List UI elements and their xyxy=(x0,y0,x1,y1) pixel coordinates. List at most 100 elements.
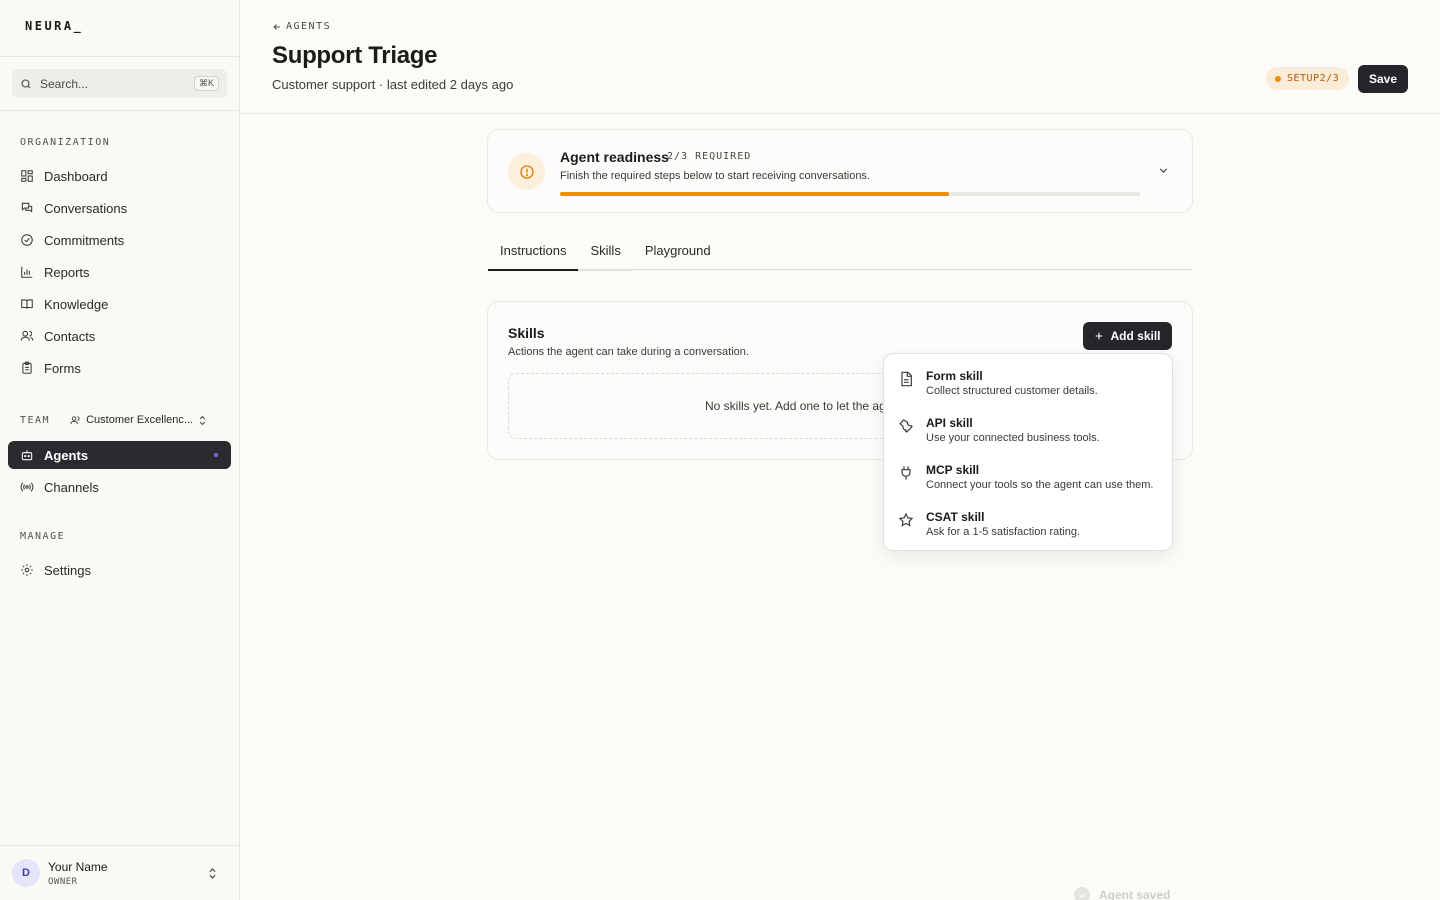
skills-title: Skills xyxy=(508,325,545,341)
sidebar-item-label: Settings xyxy=(44,562,91,578)
readiness-required: 2/3 REQUIRED xyxy=(667,151,752,162)
sidebar-item-label: Forms xyxy=(44,360,81,376)
sidebar-item-label: Agents xyxy=(44,447,89,463)
sidebar-item-forms[interactable]: Forms xyxy=(8,354,231,382)
dashboard-icon xyxy=(21,170,33,182)
menu-item-title: API skill xyxy=(926,416,973,430)
chevron-updown-icon xyxy=(199,415,206,425)
sidebar-divider xyxy=(0,110,239,111)
readiness-title: Agent readiness xyxy=(560,149,669,165)
sidebar: NEURA_ Search... ⌘K ORGANIZATION Dashboa… xyxy=(0,0,240,900)
breadcrumb-label: AGENTS xyxy=(286,21,332,32)
sidebar-item-dashboard[interactable]: Dashboard xyxy=(8,162,231,190)
sidebar-item-conversations[interactable]: Conversations xyxy=(8,194,231,222)
alert-circle-icon xyxy=(519,164,534,179)
menu-item-title: MCP skill xyxy=(926,463,980,477)
readiness-card[interactable]: Agent readiness 2/3 REQUIRED Finish the … xyxy=(487,129,1193,213)
sidebar-item-reports[interactable]: Reports xyxy=(8,258,231,286)
conversations-icon xyxy=(21,202,33,213)
sidebar-item-label: Dashboard xyxy=(44,168,108,184)
sidebar-item-commitments[interactable]: Commitments xyxy=(8,226,231,254)
readiness-description: Finish the required steps below to start… xyxy=(560,170,870,182)
sidebar-item-label: Channels xyxy=(44,479,99,495)
section-label-manage: MANAGE xyxy=(20,531,66,542)
tab-playground[interactable]: Playground xyxy=(633,230,723,270)
section-label-organization: ORGANIZATION xyxy=(20,137,111,148)
page-header: AGENTS Support Triage Customer support ·… xyxy=(240,0,1440,114)
sidebar-item-label: Knowledge xyxy=(44,296,109,312)
section-label-team: TEAM xyxy=(20,414,51,426)
bar-chart-icon xyxy=(21,266,33,278)
page-title: Support Triage xyxy=(272,42,438,69)
avatar: D xyxy=(12,859,40,887)
search-icon xyxy=(21,78,31,88)
check-circle-icon xyxy=(1074,887,1090,900)
menu-item-description: Connect your tools so the agent can use … xyxy=(926,479,1154,491)
save-button[interactable]: Save xyxy=(1358,65,1408,93)
user-info: Your Name OWNER xyxy=(48,860,108,887)
breadcrumb[interactable]: AGENTS xyxy=(272,21,331,32)
menu-item-csat-skill[interactable]: CSAT skill Ask for a 1-5 satisfaction ra… xyxy=(884,501,1172,547)
team-name: Customer Excellenc... xyxy=(86,414,194,426)
wrench-icon xyxy=(899,419,913,433)
search-input[interactable]: Search... ⌘K xyxy=(12,69,227,98)
bot-icon xyxy=(21,450,33,461)
plug-icon xyxy=(901,466,911,480)
page-subtitle: Customer support · last edited 2 days ag… xyxy=(272,77,514,92)
menu-item-title: Form skill xyxy=(926,369,983,383)
skills-description: Actions the agent can take during a conv… xyxy=(508,346,749,358)
contacts-icon xyxy=(20,330,34,341)
add-skill-menu: Form skill Collect structured customer d… xyxy=(883,353,1173,551)
sidebar-item-label: Commitments xyxy=(44,232,125,248)
team-switcher[interactable]: Customer Excellenc... xyxy=(70,414,207,426)
menu-item-api-skill[interactable]: API skill Use your connected business to… xyxy=(884,407,1172,453)
sidebar-divider xyxy=(0,56,239,57)
active-indicator xyxy=(214,453,218,457)
clipboard-icon xyxy=(22,361,32,374)
status-dot xyxy=(1275,75,1281,82)
tab-instructions[interactable]: Instructions xyxy=(488,230,579,271)
plus-icon xyxy=(1096,332,1103,340)
user-menu[interactable]: D Your Name OWNER xyxy=(0,845,239,900)
user-name: Your Name xyxy=(48,859,108,874)
menu-item-description: Ask for a 1-5 satisfaction rating. xyxy=(926,526,1081,538)
user-role: OWNER xyxy=(48,876,78,887)
sidebar-item-label: Conversations xyxy=(44,200,128,216)
search-placeholder: Search... xyxy=(40,76,89,91)
tab-bar: Instructions Skills Playground xyxy=(488,230,1192,271)
team-row: TEAM Customer Excellenc... xyxy=(20,411,220,429)
team-icon xyxy=(70,415,80,424)
setup-badge-label: SETUP2/3 xyxy=(1287,73,1340,84)
toast-notification: Agent saved xyxy=(1062,880,1212,900)
arrow-left-icon xyxy=(273,23,280,30)
menu-item-title: CSAT skill xyxy=(926,510,985,524)
sidebar-item-settings[interactable]: Settings xyxy=(8,556,231,584)
menu-item-mcp-skill[interactable]: MCP skill Connect your tools so the agen… xyxy=(884,454,1172,500)
add-skill-button[interactable]: Add skill xyxy=(1083,322,1172,350)
check-circle-icon xyxy=(21,234,33,246)
sidebar-item-label: Contacts xyxy=(44,328,96,344)
gear-icon xyxy=(21,564,33,576)
sidebar-item-knowledge[interactable]: Knowledge xyxy=(8,290,231,318)
sidebar-item-contacts[interactable]: Contacts xyxy=(8,322,231,350)
chevron-updown-icon xyxy=(209,868,216,879)
book-icon xyxy=(21,299,33,309)
menu-item-description: Use your connected business tools. xyxy=(926,432,1100,444)
menu-item-description: Collect structured customer details. xyxy=(926,385,1098,397)
toast-label: Agent saved xyxy=(1099,888,1171,900)
broadcast-icon xyxy=(20,482,34,492)
readiness-progress-bar xyxy=(560,192,1140,196)
warning-badge xyxy=(508,153,545,190)
sidebar-item-agents[interactable]: Agents xyxy=(8,441,231,469)
add-skill-label: Add skill xyxy=(1110,329,1161,343)
sidebar-item-channels[interactable]: Channels xyxy=(8,473,231,501)
tab-skills[interactable]: Skills xyxy=(578,230,634,271)
star-icon xyxy=(898,512,914,527)
app-logo[interactable]: NEURA_ xyxy=(25,19,83,33)
setup-progress-badge: SETUP2/3 xyxy=(1266,67,1350,90)
search-shortcut: ⌘K xyxy=(193,76,219,91)
readiness-progress-fill xyxy=(560,192,949,196)
menu-item-form-skill[interactable]: Form skill Collect structured customer d… xyxy=(884,360,1172,406)
chevron-down-icon[interactable] xyxy=(1157,164,1170,177)
sidebar-item-label: Reports xyxy=(44,264,90,280)
